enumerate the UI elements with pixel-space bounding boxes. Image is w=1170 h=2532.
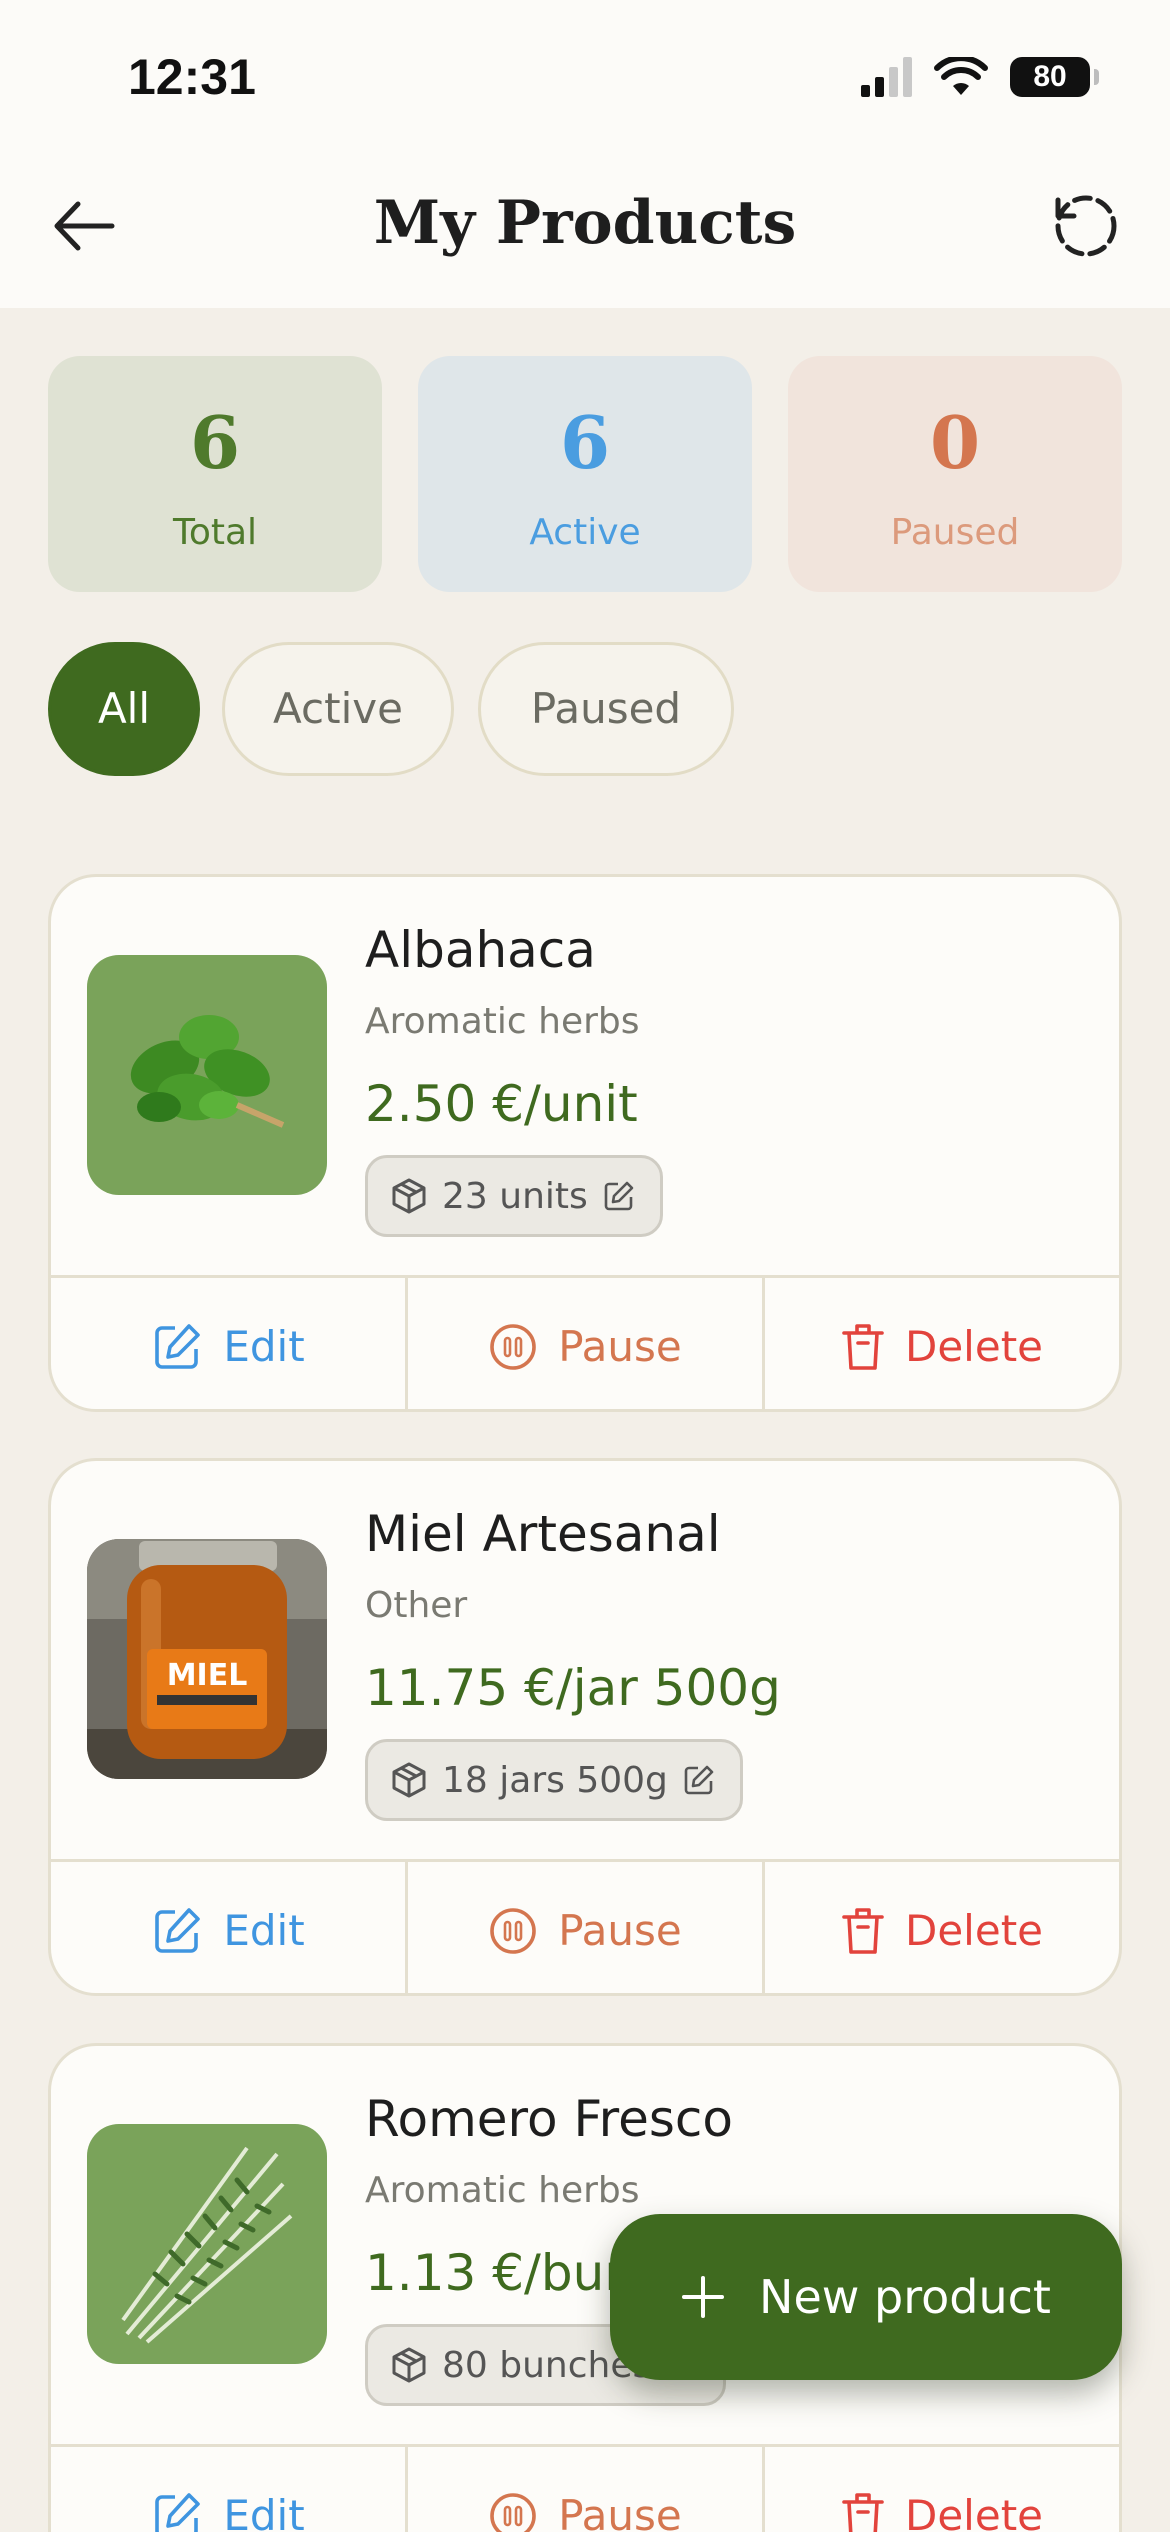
stock-badge[interactable]: 18 jars 500g: [365, 1739, 743, 1821]
product-name: Romero Fresco: [365, 2090, 733, 2148]
box-icon: [392, 1762, 426, 1798]
trash-icon: [842, 1907, 884, 1954]
product-price: 11.75 €/jar 500g: [365, 1659, 781, 1717]
stat-paused-value: 0: [929, 400, 981, 485]
product-card: Albahaca Aromatic herbs 2.50 €/unit 23 u…: [48, 874, 1122, 1412]
product-category: Aromatic herbs: [365, 1001, 640, 1042]
edit-icon: [155, 1907, 201, 1953]
delete-label: Delete: [905, 1906, 1043, 1955]
stat-total-label: Total: [172, 512, 258, 553]
trash-icon: [842, 1323, 884, 1370]
pencil-icon: [604, 1181, 634, 1211]
product-image-honey-jar: MIEL: [87, 1539, 327, 1779]
status-time: 12:31: [128, 49, 256, 105]
product-name: Miel Artesanal: [365, 1505, 721, 1563]
plus-icon: [682, 2276, 725, 2318]
edit-label: Edit: [223, 1322, 305, 1371]
pause-button[interactable]: Pause: [405, 1278, 762, 1409]
product-price: 2.50 €/unit: [365, 1075, 638, 1133]
edit-button[interactable]: Edit: [51, 2447, 405, 2532]
edit-label: Edit: [223, 1906, 305, 1955]
edit-label: Edit: [223, 2491, 305, 2532]
filter-all-chip[interactable]: All: [48, 642, 200, 776]
stat-total-card: 6 Total: [48, 356, 382, 592]
delete-button[interactable]: Delete: [762, 1862, 1119, 1993]
top-bar: 12:31 80 My Products: [0, 0, 1170, 308]
stat-paused-label: Paused: [890, 512, 1020, 553]
box-icon: [392, 1178, 426, 1214]
pause-button[interactable]: Pause: [405, 1862, 762, 1993]
product-card: MIEL Miel Artesanal Other 11.75 €/jar 50…: [48, 1458, 1122, 1996]
stat-active-card: 6 Active: [418, 356, 752, 592]
product-name: Albahaca: [365, 921, 596, 979]
product-actions: Edit Pause Delete: [51, 1859, 1119, 1993]
stock-badge[interactable]: 23 units: [365, 1155, 663, 1237]
box-icon: [392, 2347, 426, 2383]
cellular-signal-icon: [861, 57, 912, 97]
product-category: Other: [365, 1585, 468, 1626]
screen: 12:31 80 My Products 6 Total 6 Active 0 …: [0, 0, 1170, 2532]
product-image-rosemary: [87, 2124, 327, 2364]
refresh-icon[interactable]: [1050, 190, 1122, 262]
delete-button[interactable]: Delete: [762, 1278, 1119, 1409]
pause-button[interactable]: Pause: [405, 2447, 762, 2532]
stock-label: 23 units: [442, 1175, 588, 1217]
new-product-label: New product: [759, 2270, 1051, 2324]
product-image-basil: [87, 955, 327, 1195]
product-category: Aromatic herbs: [365, 2170, 640, 2211]
new-product-button[interactable]: New product: [610, 2214, 1122, 2380]
battery-icon: 80: [1010, 57, 1099, 97]
edit-icon: [155, 2492, 201, 2532]
stock-label: 18 jars 500g: [442, 1759, 668, 1801]
edit-icon: [155, 1323, 201, 1369]
pause-label: Pause: [558, 1906, 682, 1955]
stat-active-label: Active: [529, 512, 641, 553]
pause-label: Pause: [558, 1322, 682, 1371]
product-actions: Edit Pause Delete: [51, 2444, 1119, 2532]
status-icons: 80: [861, 52, 1099, 102]
product-actions: Edit Pause Delete: [51, 1275, 1119, 1409]
stat-paused-card: 0 Paused: [788, 356, 1122, 592]
pause-label: Pause: [558, 2491, 682, 2532]
pencil-icon: [684, 1765, 714, 1795]
edit-button[interactable]: Edit: [51, 1862, 405, 1993]
stat-total-value: 6: [189, 400, 241, 485]
pause-circle-icon: [490, 2492, 537, 2532]
filter-paused-chip[interactable]: Paused: [478, 642, 734, 776]
pause-circle-icon: [490, 1907, 537, 1954]
stat-active-value: 6: [559, 400, 611, 485]
page-title: My Products: [373, 188, 797, 258]
delete-label: Delete: [905, 2491, 1043, 2532]
wifi-icon: [934, 57, 988, 95]
delete-label: Delete: [905, 1322, 1043, 1371]
trash-icon: [842, 2492, 884, 2532]
filter-active-chip[interactable]: Active: [222, 642, 454, 776]
delete-button[interactable]: Delete: [762, 2447, 1119, 2532]
pause-circle-icon: [490, 1323, 537, 1370]
edit-button[interactable]: Edit: [51, 1278, 405, 1409]
svg-text:MIEL: MIEL: [167, 1658, 248, 1693]
